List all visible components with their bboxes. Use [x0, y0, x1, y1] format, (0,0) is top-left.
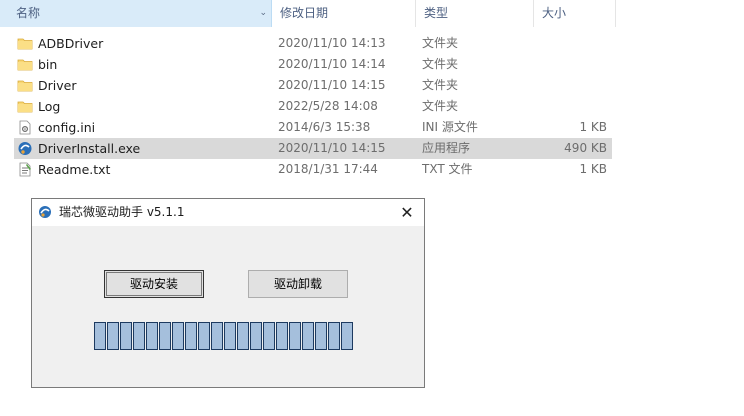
column-name-label: 名称 — [16, 6, 41, 20]
text-file-icon — [17, 162, 33, 177]
file-row[interactable]: Log 2022/5/28 14:08 文件夹 — [14, 96, 612, 117]
progress-segment — [198, 322, 210, 350]
file-name: bin — [38, 57, 58, 72]
folder-icon — [17, 57, 33, 72]
file-row[interactable]: ADBDriver 2020/11/10 14:13 文件夹 — [14, 33, 612, 54]
dialog-titlebar[interactable]: 瑞芯微驱动助手 v5.1.1 ✕ — [32, 199, 424, 226]
progress-segment — [224, 322, 236, 350]
file-type: INI 源文件 — [422, 120, 478, 134]
progress-segment — [289, 322, 301, 350]
progress-segment — [146, 322, 158, 350]
app-logo-icon — [39, 206, 51, 218]
column-size-header[interactable]: 大小 — [534, 0, 616, 27]
progress-segment — [172, 322, 184, 350]
close-icon: ✕ — [400, 203, 414, 222]
file-name: DriverInstall.exe — [38, 141, 141, 156]
file-modified: 2022/5/28 14:08 — [278, 99, 378, 113]
column-size-label: 大小 — [542, 6, 567, 20]
file-row[interactable]: DriverInstall.exe 2020/11/10 14:15 应用程序 490… — [14, 138, 612, 159]
progress-segment — [159, 322, 171, 350]
file-size: 1 KB — [579, 120, 607, 134]
folder-icon — [17, 36, 33, 51]
progress-segment — [276, 322, 288, 350]
folder-icon — [17, 78, 33, 93]
progress-segment — [341, 322, 353, 350]
file-name: Readme.txt — [38, 162, 111, 177]
file-name: config.ini — [38, 120, 96, 135]
column-modified-label: 修改日期 — [280, 6, 329, 20]
driver-assistant-dialog: 瑞芯微驱动助手 v5.1.1 ✕ 驱动安装 驱动卸载 — [31, 198, 425, 388]
progress-segment — [263, 322, 275, 350]
dialog-title: 瑞芯微驱动助手 v5.1.1 — [59, 205, 185, 219]
file-modified: 2020/11/10 14:13 — [278, 36, 386, 50]
file-modified: 2014/6/3 15:38 — [278, 120, 371, 134]
column-type-header[interactable]: 类型 — [416, 0, 534, 27]
column-header: 名称 ^ ⌄ 修改日期 类型 大小 — [0, 0, 744, 27]
file-row[interactable]: Driver 2020/11/10 14:15 文件夹 — [14, 75, 612, 96]
file-type: 文件夹 — [422, 78, 459, 92]
install-driver-button[interactable]: 驱动安装 — [104, 270, 204, 298]
file-size: 490 KB — [564, 141, 607, 155]
column-name-header[interactable]: 名称 ^ ⌄ — [0, 0, 272, 27]
file-type: 文件夹 — [422, 99, 459, 113]
uninstall-driver-button[interactable]: 驱动卸载 — [248, 270, 348, 298]
progress-segment — [133, 322, 145, 350]
file-row[interactable]: bin 2020/11/10 14:14 文件夹 — [14, 54, 612, 75]
progress-segment — [211, 322, 223, 350]
file-size: 1 KB — [579, 162, 607, 176]
settings-file-icon — [17, 120, 33, 135]
close-button[interactable]: ✕ — [390, 199, 424, 226]
progress-segment — [120, 322, 132, 350]
file-modified: 2020/11/10 14:15 — [278, 78, 386, 92]
file-name: Driver — [38, 78, 77, 93]
app-icon — [17, 141, 33, 156]
file-modified: 2020/11/10 14:14 — [278, 57, 386, 71]
progress-segment — [328, 322, 340, 350]
progress-segment — [237, 322, 249, 350]
file-row[interactable]: config.ini 2014/6/3 15:38 INI 源文件 1 KB — [14, 117, 612, 138]
progress-segment — [250, 322, 262, 350]
column-type-label: 类型 — [424, 6, 449, 20]
file-type: 文件夹 — [422, 57, 459, 71]
chevron-down-icon[interactable]: ⌄ — [259, 0, 267, 27]
progress-segment — [315, 322, 327, 350]
file-name: ADBDriver — [38, 36, 104, 51]
progress-segment — [94, 322, 106, 350]
column-modified-header[interactable]: 修改日期 — [272, 0, 416, 27]
file-type: 文件夹 — [422, 36, 459, 50]
progress-segment — [302, 322, 314, 350]
file-type: TXT 文件 — [422, 162, 473, 176]
file-modified: 2020/11/10 14:15 — [278, 141, 386, 155]
folder-icon — [17, 99, 33, 114]
file-modified: 2018/1/31 17:44 — [278, 162, 378, 176]
file-type: 应用程序 — [422, 141, 471, 155]
progress-bar — [94, 322, 360, 350]
file-name: Log — [38, 99, 61, 114]
progress-segment — [107, 322, 119, 350]
file-row[interactable]: Readme.txt 2018/1/31 17:44 TXT 文件 1 KB — [14, 159, 612, 180]
sort-up-icon: ^ — [136, 0, 145, 6]
progress-segment — [185, 322, 197, 350]
